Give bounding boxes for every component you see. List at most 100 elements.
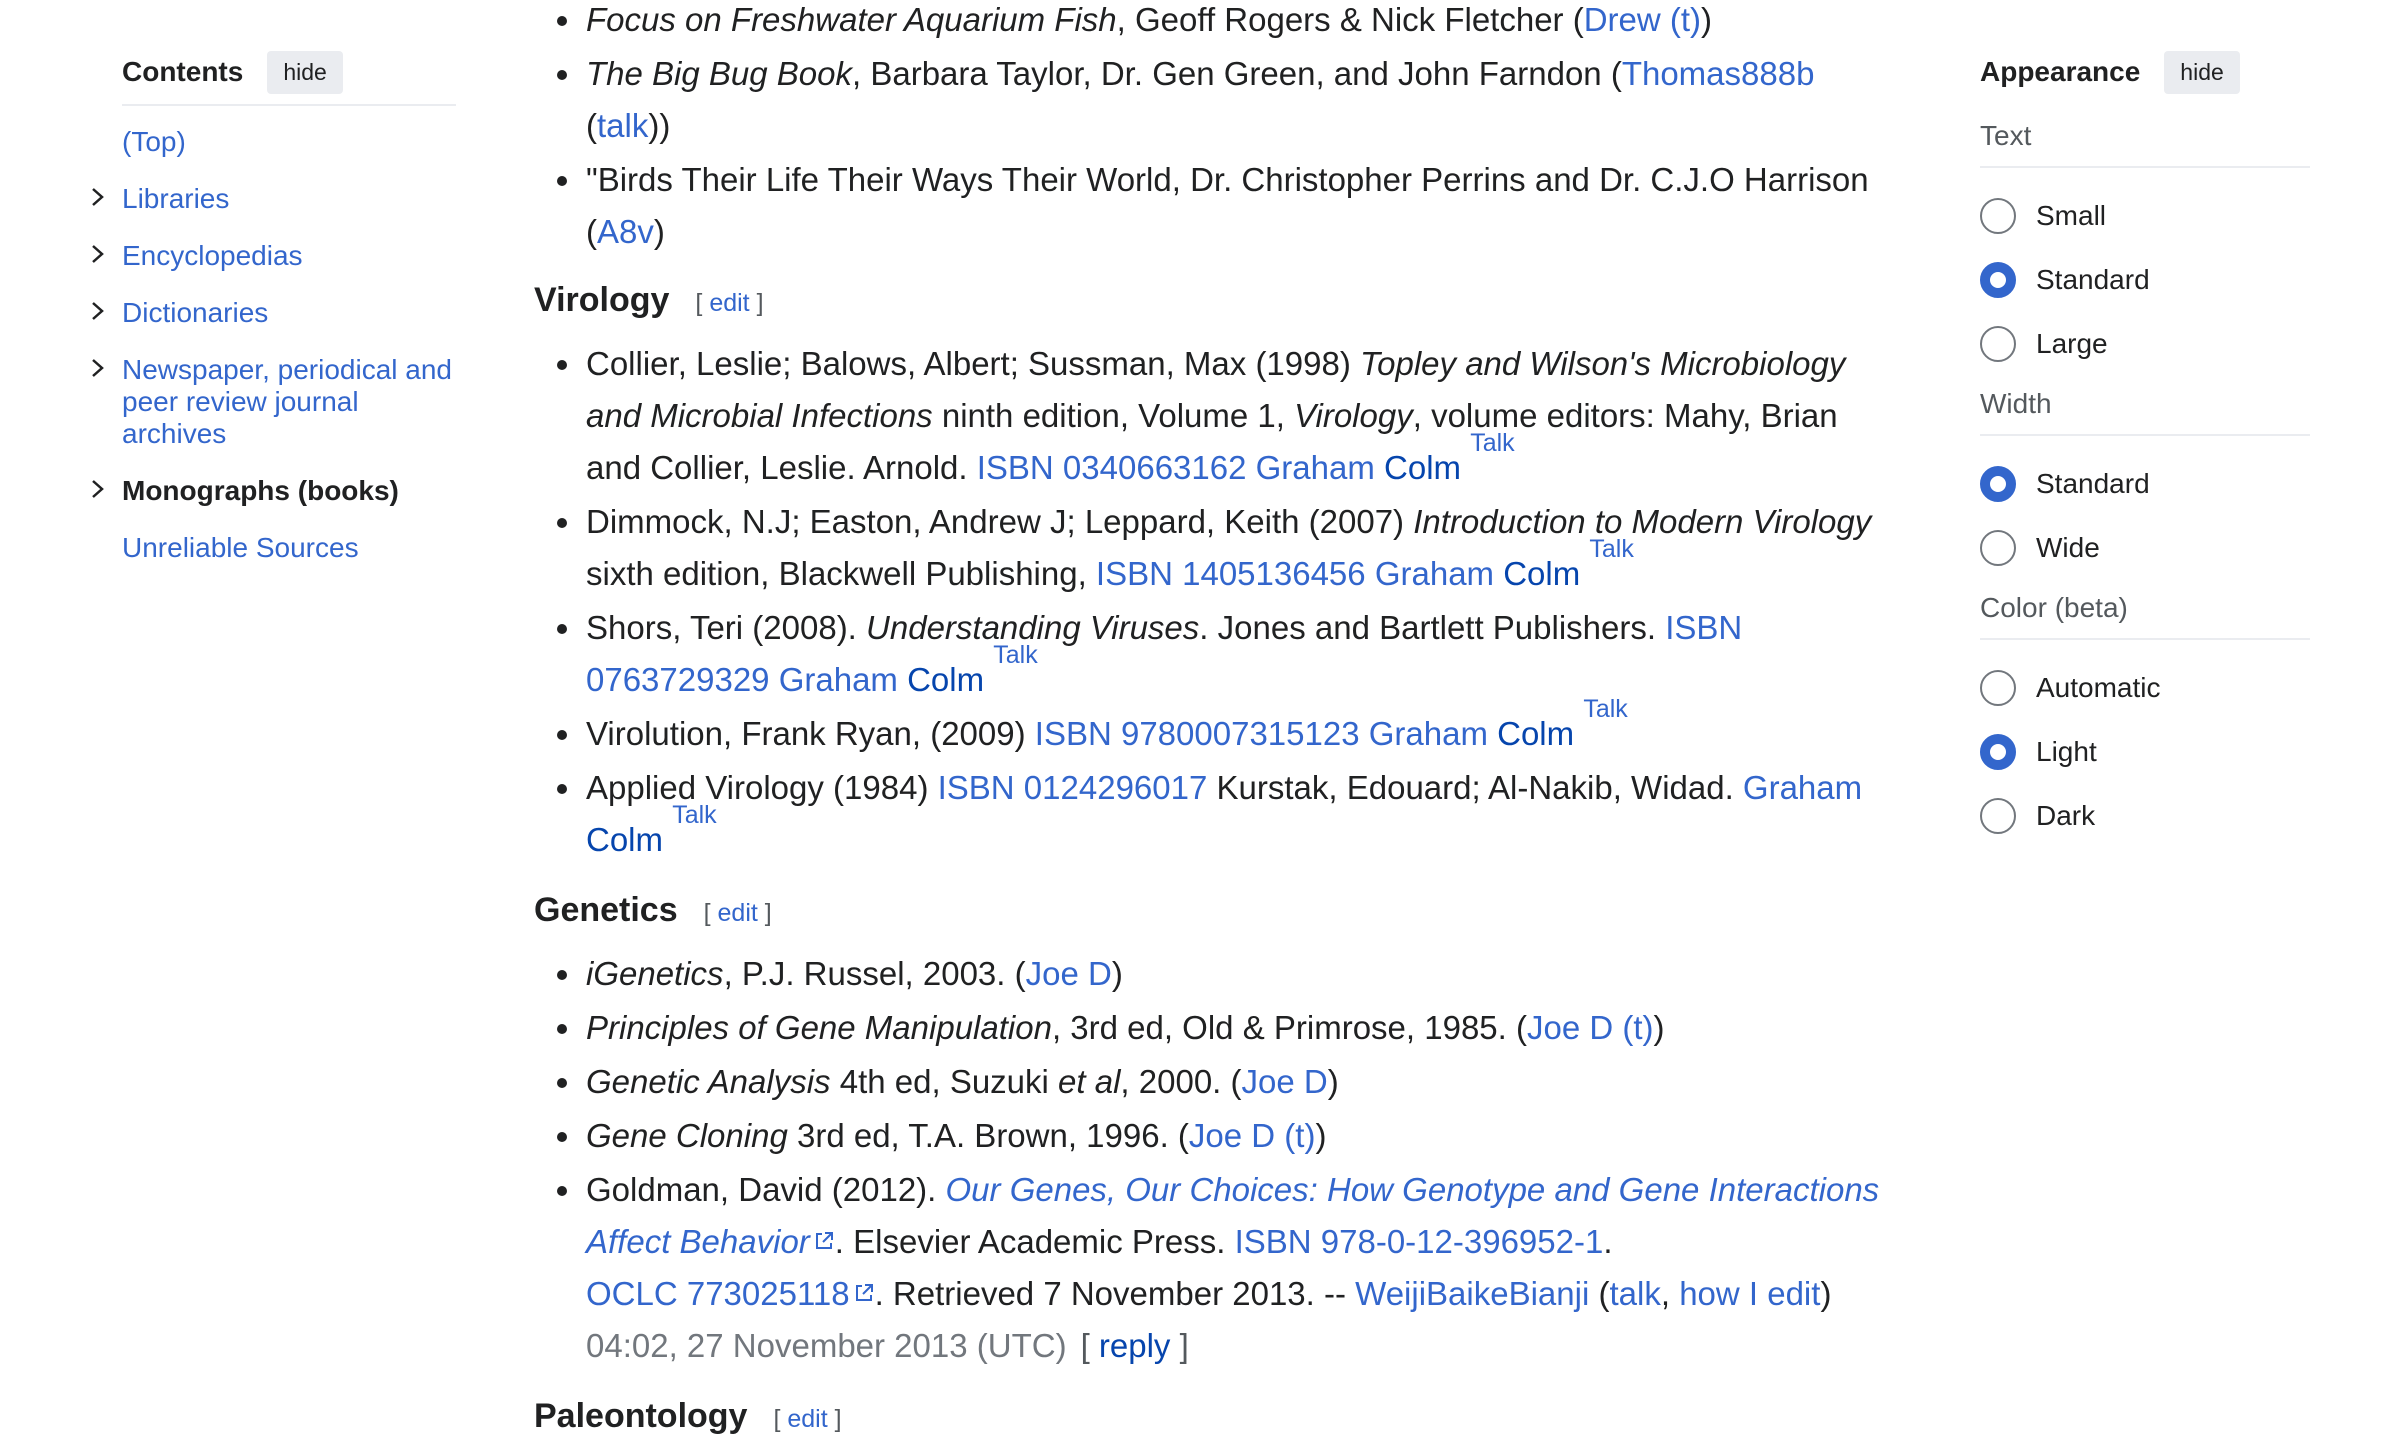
section-heading-virology: Virology [ edit ] — [534, 264, 1894, 336]
text-size-option[interactable]: Small — [1980, 184, 2310, 248]
radio-button[interactable] — [1980, 670, 2016, 706]
toc-link-encyclopedias[interactable]: Encyclopedias — [122, 240, 303, 271]
isbn-link[interactable]: ISBN 1405136456 — [1096, 555, 1366, 592]
toc-hide-button[interactable]: hide — [267, 50, 343, 94]
signature-link[interactable]: Colm — [1503, 555, 1580, 592]
talk-link[interactable]: Talk — [672, 801, 716, 829]
toc-header: Contents hide — [122, 48, 456, 106]
radio-button[interactable] — [1980, 798, 2016, 834]
list-item: Dimmock, N.J; Easton, Andrew J; Leppard,… — [534, 496, 1894, 600]
signature-link[interactable]: Colm — [586, 821, 663, 858]
toc-link-top[interactable]: (Top) — [122, 126, 186, 157]
edit-link[interactable]: edit — [709, 289, 749, 317]
isbn-link[interactable]: ISBN 978-0-12-396952-1 — [1235, 1223, 1604, 1260]
list-item: Applied Virology (1984) ISBN 0124296017 … — [534, 762, 1894, 866]
talk-link[interactable]: talk — [1609, 1275, 1660, 1312]
signature-link[interactable]: Colm — [1497, 715, 1574, 752]
radio-button[interactable] — [1980, 262, 2016, 298]
toc-link-monographs[interactable]: Monographs (books) — [122, 475, 399, 506]
color-option[interactable]: Dark — [1980, 784, 2310, 848]
option-label: Small — [2036, 200, 2107, 231]
chevron-right-icon[interactable] — [88, 183, 108, 211]
main-content: Focus on Freshwater Aquarium Fish, Geoff… — [534, 0, 1894, 1452]
user-link[interactable]: A8v — [597, 213, 654, 250]
list-item: Focus on Freshwater Aquarium Fish, Geoff… — [534, 0, 1894, 46]
width-option[interactable]: Wide — [1980, 516, 2310, 580]
radio-button[interactable] — [1980, 198, 2016, 234]
isbn-link[interactable]: ISBN 9780007315123 — [1035, 715, 1360, 752]
toc-link-newspaper[interactable]: Newspaper, periodical and peer review jo… — [122, 354, 452, 449]
text-size-option[interactable]: Large — [1980, 312, 2310, 376]
radio-button[interactable] — [1980, 466, 2016, 502]
signature-link[interactable]: Graham — [779, 661, 898, 698]
reference-list-virology: Collier, Leslie; Balows, Albert; Sussman… — [534, 338, 1894, 866]
talk-link[interactable]: Talk — [1470, 429, 1514, 457]
signature-link[interactable]: Colm — [1384, 449, 1461, 486]
color-option[interactable]: Automatic — [1980, 656, 2310, 720]
user-link[interactable]: WeijiBaikeBianji — [1355, 1275, 1589, 1312]
toc-item-newspaper: Newspaper, periodical and peer review jo… — [92, 354, 456, 450]
width-option[interactable]: Standard — [1980, 452, 2310, 516]
list-item: Goldman, David (2012). Our Genes, Our Ch… — [534, 1164, 1894, 1372]
user-link[interactable]: Thomas888b — [1622, 55, 1815, 92]
reply-bracket: [ reply ] — [1080, 1327, 1189, 1364]
list-item: Principles of Gene Manipulation, 3rd ed,… — [534, 1002, 1894, 1054]
reference-list-previous: Focus on Freshwater Aquarium Fish, Geoff… — [534, 0, 1894, 258]
toc-link-unreliable[interactable]: Unreliable Sources — [122, 532, 359, 563]
list-item: "Birds Their Life Their Ways Their World… — [534, 154, 1894, 258]
reference-list-genetics: iGenetics, P.J. Russel, 2003. (Joe D) Pr… — [534, 948, 1894, 1372]
toc-item-unreliable: Unreliable Sources — [122, 532, 456, 564]
radio-button[interactable] — [1980, 734, 2016, 770]
toc-item-dictionaries: Dictionaries — [92, 297, 456, 329]
list-item: Gene Cloning 3rd ed, T.A. Brown, 1996. (… — [534, 1110, 1894, 1162]
chevron-right-icon[interactable] — [88, 354, 108, 382]
toc-list: (Top) Libraries Encyclopedias Dictionari… — [92, 126, 456, 564]
appearance-hide-button[interactable]: hide — [2164, 50, 2240, 94]
toc-link-libraries[interactable]: Libraries — [122, 183, 229, 214]
edit-link[interactable]: edit — [718, 899, 758, 927]
isbn-link[interactable]: ISBN 0340663162 — [977, 449, 1247, 486]
list-item: Collier, Leslie; Balows, Albert; Sussman… — [534, 338, 1894, 494]
signature-link[interactable]: Graham — [1256, 449, 1375, 486]
user-link[interactable]: Joe D (t) — [1189, 1117, 1316, 1154]
option-label: Standard — [2036, 468, 2150, 499]
talk-link[interactable]: Talk — [993, 641, 1037, 669]
list-item: The Big Bug Book, Barbara Taylor, Dr. Ge… — [534, 48, 1894, 152]
toc-item-encyclopedias: Encyclopedias — [92, 240, 456, 272]
edit-link[interactable]: edit — [787, 1405, 827, 1433]
talk-link[interactable]: talk — [597, 107, 648, 144]
signature-link[interactable]: Colm — [907, 661, 984, 698]
chevron-right-icon[interactable] — [88, 297, 108, 325]
user-link[interactable]: Joe D — [1242, 1063, 1328, 1100]
signature-link[interactable]: Graham — [1375, 555, 1494, 592]
table-of-contents: Contents hide (Top) Libraries Encycloped… — [92, 48, 456, 589]
color-group: Color (beta) Automatic Light Dark — [1980, 592, 2310, 848]
signature-link[interactable]: Graham — [1743, 769, 1862, 806]
oclc-link[interactable]: OCLC 773025118 — [586, 1275, 850, 1312]
user-link[interactable]: Joe D (t) — [1527, 1009, 1654, 1046]
chevron-right-icon[interactable] — [88, 240, 108, 268]
option-label: Standard — [2036, 264, 2150, 295]
edit-section: [ edit ] — [703, 899, 772, 927]
radio-button[interactable] — [1980, 530, 2016, 566]
how-i-edit-link[interactable]: how I edit — [1679, 1275, 1820, 1312]
user-link[interactable]: Drew (t) — [1584, 1, 1701, 38]
toc-item-libraries: Libraries — [92, 183, 456, 215]
color-option[interactable]: Light — [1980, 720, 2310, 784]
text-size-option[interactable]: Standard — [1980, 248, 2310, 312]
talk-link[interactable]: Talk — [1583, 695, 1627, 723]
list-item: iGenetics, P.J. Russel, 2003. (Joe D) — [534, 948, 1894, 1000]
talk-link[interactable]: Talk — [1589, 535, 1633, 563]
list-item: Genetic Analysis 4th ed, Suzuki et al, 2… — [534, 1056, 1894, 1108]
toc-link-dictionaries[interactable]: Dictionaries — [122, 297, 268, 328]
option-label: Wide — [2036, 532, 2100, 563]
isbn-link[interactable]: ISBN 0124296017 — [938, 769, 1208, 806]
user-link[interactable]: Joe D — [1026, 955, 1112, 992]
chevron-right-icon[interactable] — [88, 475, 108, 503]
radio-button[interactable] — [1980, 326, 2016, 362]
list-item: Virolution, Frank Ryan, (2009) ISBN 9780… — [534, 697, 1894, 760]
edit-section: [ edit ] — [695, 289, 764, 317]
signature-link[interactable]: Graham — [1369, 715, 1488, 752]
reply-link[interactable]: reply — [1099, 1327, 1171, 1364]
option-label: Large — [2036, 328, 2108, 359]
